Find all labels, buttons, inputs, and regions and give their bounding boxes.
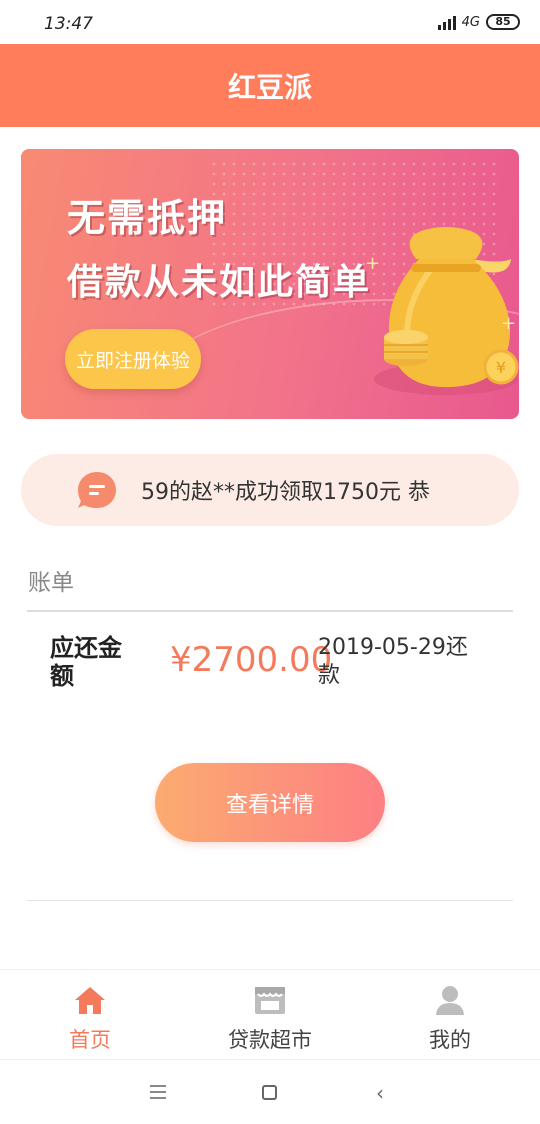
status-bar: 13:47 4G 85 [0,0,540,44]
signal-icon [437,14,456,30]
bottom-tab-bar: 首页 贷款超市 我的 [0,969,540,1059]
money-bag-icon: ¥ + + [365,227,519,395]
battery-icon: 85 [486,14,520,30]
notice-marquee: 59的赵**成功领取1750元 恭 [21,454,519,526]
system-nav-bar: ‹ [0,1059,540,1124]
tab-label: 首页 [69,1028,111,1052]
coin-symbol: ¥ [496,358,506,377]
divider [27,900,513,901]
app-title: 红豆派 [227,70,312,104]
tab-label: 贷款超市 [228,1028,312,1052]
home-square-icon[interactable] [262,1085,277,1100]
back-icon[interactable]: ‹ [376,1083,384,1103]
svg-text:+: + [365,253,380,274]
promo-banner[interactable]: 无需抵押 借款从未如此简单 立即注册体验 ¥ + + [21,149,519,419]
status-indicators: 4G 85 [437,14,520,30]
network-label: 4G [461,14,480,30]
svg-text:+: + [501,313,516,334]
user-icon [436,986,464,1015]
menu-icon[interactable] [150,1085,166,1099]
divider [27,610,513,612]
banner-headline: 无需抵押 [67,196,228,240]
home-icon [75,987,105,1014]
chat-bubble-icon [78,472,116,508]
tab-mine[interactable]: 我的 [360,970,540,1059]
notice-text: 59的赵**成功领取1750元 恭 [141,480,430,505]
banner-subheadline: 借款从未如此简单 [67,262,372,303]
status-time: 13:47 [44,14,93,34]
tab-home[interactable]: 首页 [0,970,180,1059]
tab-loan-market[interactable]: 贷款超市 [180,970,360,1059]
bill-amount: ¥2700.00 [170,640,333,680]
register-cta-button[interactable]: 立即注册体验 [65,329,201,389]
app-header: 红豆派 [0,44,540,127]
bill-due-date: 2019-05-29还款 [318,635,468,688]
bill-section-title: 账单 [28,570,74,596]
view-details-button[interactable]: 查看详情 [155,763,385,842]
tab-label: 我的 [429,1028,471,1052]
store-icon [255,987,285,1014]
bill-label: 应还金额 [50,634,122,690]
